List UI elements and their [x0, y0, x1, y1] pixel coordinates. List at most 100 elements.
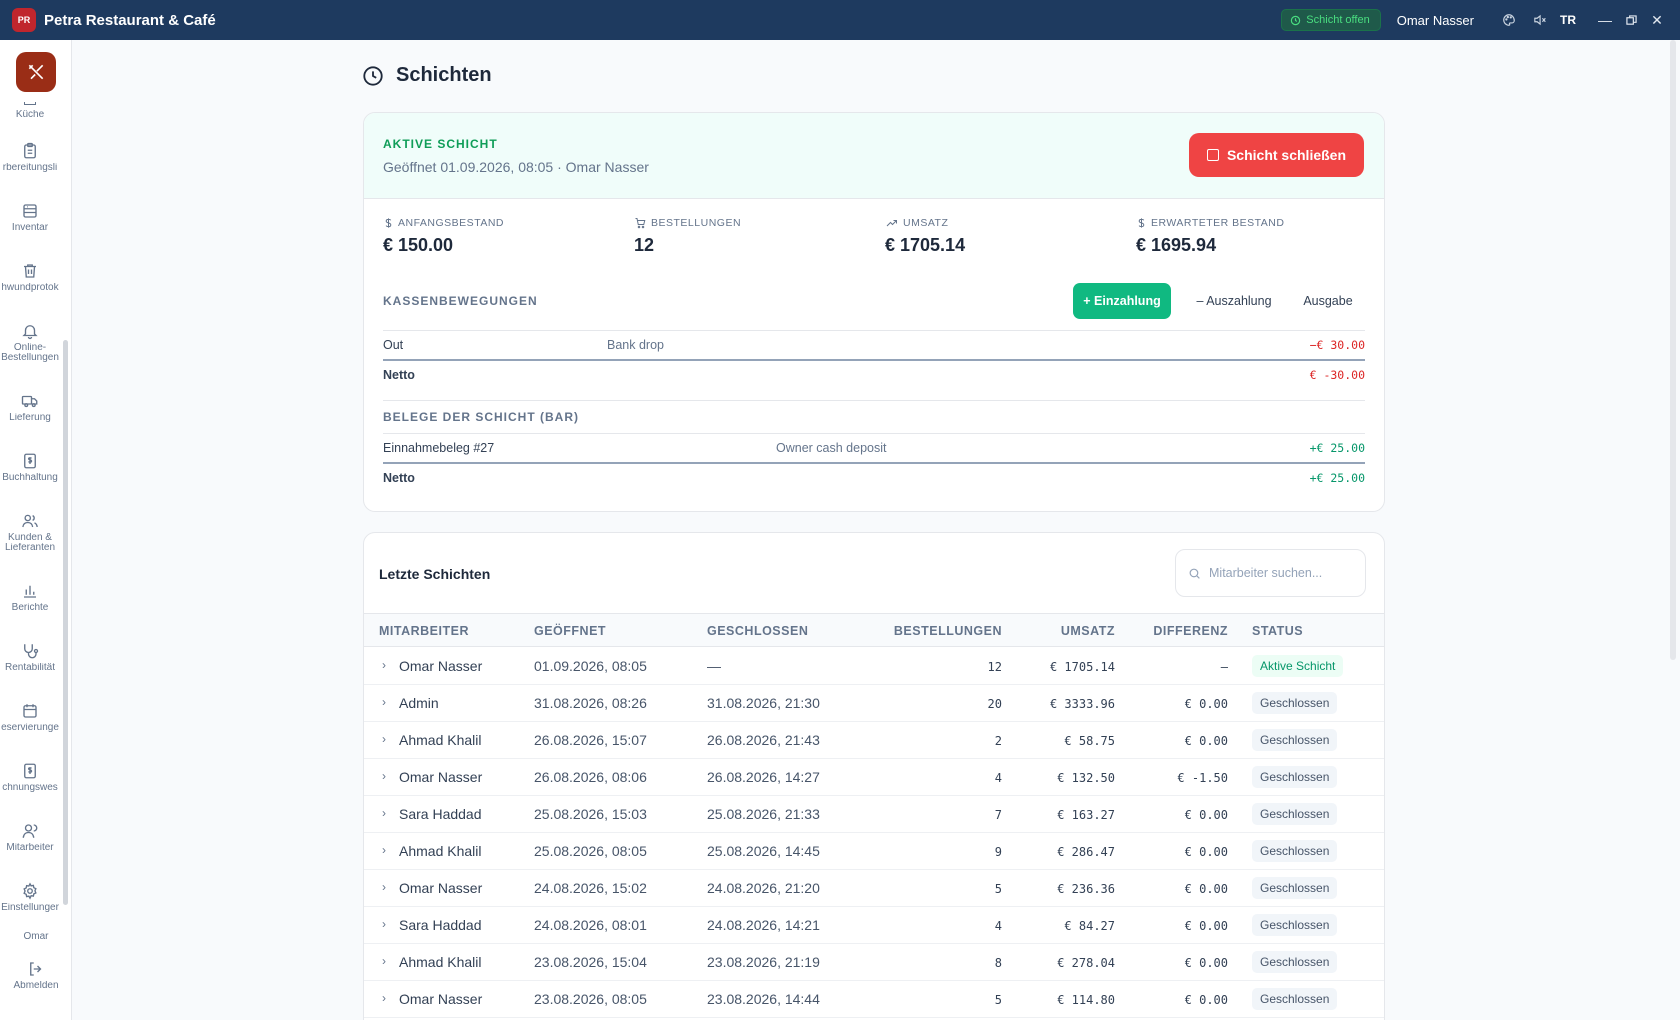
trash-icon	[24, 264, 36, 278]
col-orders[interactable]: BESTELLUNGEN	[894, 624, 1002, 638]
page-scrollbar[interactable]	[1670, 40, 1676, 660]
col-difference[interactable]: DIFFERENZ	[1153, 624, 1228, 638]
cell-opened: 01.09.2026, 08:05	[534, 658, 647, 674]
cell-closed: 25.08.2026, 21:33	[707, 806, 820, 822]
sidebar-item-inventar[interactable]: Inventar	[0, 202, 60, 258]
net-amount: € -30.00	[1309, 368, 1365, 382]
cell-orders: 20	[987, 697, 1002, 711]
col-employee[interactable]: MITARBEITER	[379, 624, 469, 638]
cell-difference: € 0.00	[1184, 993, 1228, 1007]
sidebar-item-rechnungswesen[interactable]: chnungswes	[0, 762, 60, 818]
clipboard-list-icon	[24, 142, 36, 159]
col-closed[interactable]: GESCHLOSSEN	[707, 624, 808, 638]
withdrawal-button[interactable]: – Auszahlung	[1186, 283, 1282, 319]
chevron-right-icon[interactable]: ›	[382, 732, 386, 746]
table-row[interactable]: › Omar Nasser 24.08.2026, 15:02 24.08.2026,…	[364, 870, 1384, 907]
sidebar-item-schwundprotokoll[interactable]: hwundprotok	[0, 262, 60, 318]
table-row[interactable]: › Omar Nasser 26.08.2026, 08:06 26.08.2026,…	[364, 759, 1384, 796]
deposit-button[interactable]: + Einzahlung	[1073, 283, 1171, 319]
current-user[interactable]: Omar Nasser	[1397, 13, 1474, 28]
cell-opened: 26.08.2026, 08:06	[534, 769, 647, 785]
logout-button[interactable]: Abmelden	[6, 960, 66, 991]
col-revenue[interactable]: UMSATZ	[1061, 624, 1115, 638]
col-opened[interactable]: GEÖFFNET	[534, 624, 606, 638]
shift-status-badge[interactable]: Schicht offen	[1281, 9, 1381, 31]
cell-opened: 25.08.2026, 08:05	[534, 843, 647, 859]
cell-employee: Admin	[399, 695, 439, 711]
chevron-right-icon[interactable]: ›	[382, 658, 386, 672]
sidebar-item-rentabilitaet[interactable]: Rentabilität	[0, 642, 60, 698]
net-label: Netto	[383, 471, 415, 485]
receipt-row[interactable]: Einnahmebeleg #27 Owner cash deposit +€ …	[383, 434, 1365, 462]
stat-label: ERWARTETER BESTAND	[1151, 217, 1285, 229]
status-badge: Aktive Schicht	[1252, 655, 1344, 677]
table-row[interactable]: › Omar Nasser 23.08.2026, 08:05 23.08.2026,…	[364, 981, 1384, 1018]
table-row[interactable]: › Sara Haddad 25.08.2026, 15:03 25.08.2026,…	[364, 796, 1384, 833]
user-group-icon	[22, 824, 38, 838]
sidebar-item-buchhaltung[interactable]: Buchhaltung	[0, 452, 60, 508]
sidebar-item-kunden-lieferanten[interactable]: Kunden & Lieferanten	[0, 512, 60, 568]
sidebar-item-berichte[interactable]: Berichte	[0, 582, 60, 638]
close-shift-button[interactable]: Schicht schließen	[1189, 133, 1364, 177]
table-row[interactable]: › Ahmad Khalil 23.08.2026, 15:04 23.08.2026…	[364, 944, 1384, 981]
app-logo-text: PR	[17, 15, 31, 25]
sidebar-item-lieferung[interactable]: Lieferung	[0, 392, 60, 448]
brand-button[interactable]	[16, 52, 56, 92]
sidebar-item-label: Küche	[15, 110, 45, 120]
stat-expected-balance: ERWARTETER BESTAND € 1695.94	[1136, 217, 1284, 256]
minimize-icon[interactable]: —	[1592, 0, 1618, 40]
table-row[interactable]: › Ahmad Khalil 25.08.2026, 08:05 25.08.2026…	[364, 833, 1384, 870]
title-bar: PR Petra Restaurant & Café Schicht offen…	[0, 0, 1680, 40]
cell-opened: 23.08.2026, 08:05	[534, 991, 647, 1007]
table-row[interactable]: › Ahmad Khalil 26.08.2026, 15:07 26.08.2026…	[364, 722, 1384, 759]
cell-opened: 24.08.2026, 08:01	[534, 917, 647, 933]
cell-employee: Ahmad Khalil	[399, 954, 482, 970]
recent-shifts-title: Letzte Schichten	[379, 566, 491, 582]
logout-label: Abmelden	[13, 981, 59, 991]
search-box[interactable]	[1175, 549, 1366, 597]
cell-revenue: € 3333.96	[1049, 697, 1115, 711]
cell-difference: € -1.50	[1177, 771, 1228, 785]
active-shift-subtitle: Geöffnet 01.09.2026, 08:05 · Omar Nasser	[383, 159, 649, 175]
close-window-icon[interactable]: ✕	[1644, 0, 1670, 40]
cell-orders: 9	[994, 845, 1002, 859]
sidebar-item-mitarbeiter[interactable]: Mitarbeiter	[0, 822, 60, 878]
mute-icon[interactable]	[1524, 0, 1554, 40]
receipts-label: BELEGE DER SCHICHT (BAR)	[383, 410, 580, 424]
cell-orders: 4	[994, 771, 1002, 785]
table-row[interactable]: › Admin 31.08.2026, 08:26 31.08.2026, 21:30…	[364, 685, 1384, 722]
sidebar-item-einstellungen[interactable]: Einstellunger	[0, 882, 60, 938]
chevron-right-icon[interactable]: ›	[382, 880, 386, 894]
expense-button[interactable]: Ausgabe	[1292, 283, 1364, 319]
cell-difference: € 0.00	[1184, 734, 1228, 748]
movement-type: Out	[383, 338, 404, 352]
cell-opened: 31.08.2026, 08:26	[534, 695, 647, 711]
chevron-right-icon[interactable]: ›	[382, 917, 386, 931]
stethoscope-icon	[24, 644, 39, 659]
chevron-right-icon[interactable]: ›	[382, 991, 386, 1005]
receipt-note: Owner cash deposit	[776, 441, 887, 455]
cell-opened: 24.08.2026, 15:02	[534, 880, 647, 896]
sidebar-item-label: rbereitungsli	[2, 163, 58, 173]
cell-orders: 4	[994, 919, 1002, 933]
bar-chart-icon	[24, 585, 36, 598]
chevron-right-icon[interactable]: ›	[382, 954, 386, 968]
table-row[interactable]: › Sara Haddad 24.08.2026, 08:01 24.08.2026,…	[364, 907, 1384, 944]
chevron-right-icon[interactable]: ›	[382, 695, 386, 709]
sidebar-item-vorbereitungsliste[interactable]: rbereitungsli	[0, 142, 60, 198]
cell-employee: Ahmad Khalil	[399, 843, 482, 859]
chevron-right-icon[interactable]: ›	[382, 806, 386, 820]
chevron-right-icon[interactable]: ›	[382, 769, 386, 783]
sidebar-item-online-bestellungen[interactable]: Online- Bestellungen	[0, 322, 60, 378]
palette-icon[interactable]	[1494, 0, 1524, 40]
sidebar-scrollbar[interactable]	[63, 340, 68, 905]
cell-orders: 2	[994, 734, 1002, 748]
table-row[interactable]: › Omar Nasser 01.09.2026, 08:05 — 12 € 1705.1…	[364, 648, 1384, 685]
cart-icon	[635, 218, 646, 229]
chevron-right-icon[interactable]: ›	[382, 843, 386, 857]
search-input[interactable]	[1209, 566, 1349, 580]
restore-icon[interactable]	[1618, 0, 1644, 40]
col-status[interactable]: STATUS	[1252, 624, 1303, 638]
sidebar-item-reservierungen[interactable]: eservierunge	[0, 702, 60, 758]
language-toggle[interactable]: TR	[1560, 13, 1576, 27]
